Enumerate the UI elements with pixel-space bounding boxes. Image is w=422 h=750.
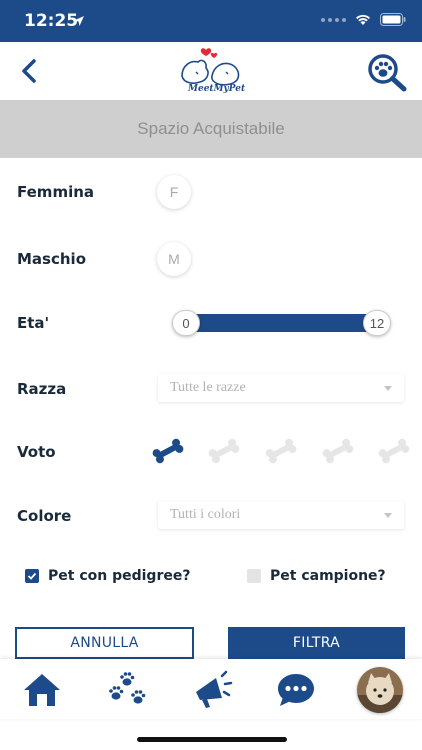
signal-icon <box>321 17 346 22</box>
ad-banner-text: Spazio Acquistabile <box>137 119 285 138</box>
battery-icon <box>380 13 406 26</box>
color-select-value: Tutti i colori <box>170 507 241 522</box>
status-bar: 12:25 <box>0 0 422 42</box>
nav-pets[interactable] <box>104 667 150 713</box>
location-arrow-icon <box>74 16 84 26</box>
home-icon <box>24 674 60 706</box>
male-toggle[interactable]: M <box>157 242 191 276</box>
meetmypet-logo: MeetMyPet <box>176 46 246 98</box>
female-label: Femmina <box>17 183 95 201</box>
paw-search-icon <box>368 54 407 92</box>
rating-bone-2[interactable] <box>206 438 242 464</box>
megaphone-icon <box>196 670 233 708</box>
age-min-thumb[interactable]: 0 <box>172 310 200 336</box>
age-max-thumb[interactable]: 12 <box>363 310 391 336</box>
rating-bone-4[interactable] <box>320 438 356 464</box>
champion-check-box <box>247 569 261 583</box>
status-time: 12:25 <box>24 11 79 31</box>
nav-announcements[interactable] <box>189 667 235 713</box>
status-indicators <box>321 13 406 26</box>
rating-bone-1[interactable] <box>150 438 186 464</box>
caret-down-icon <box>384 386 392 391</box>
age-slider-track <box>178 314 385 332</box>
breed-label: Razza <box>17 380 67 398</box>
cancel-button[interactable]: ANNULLA <box>15 627 194 659</box>
home-indicator <box>137 737 287 742</box>
bottom-nav <box>0 659 422 719</box>
bone-icon <box>322 438 354 464</box>
checkmark-icon <box>27 572 37 580</box>
paw-icon <box>109 672 146 704</box>
champion-label: Pet campione? <box>270 568 386 584</box>
age-label: Eta' <box>17 314 50 332</box>
caret-down-icon <box>384 513 392 518</box>
bone-icon <box>152 438 184 464</box>
female-toggle[interactable]: F <box>157 175 191 209</box>
pedigree-check-box <box>25 569 39 583</box>
nav-home[interactable] <box>19 667 65 713</box>
bone-icon <box>378 438 410 464</box>
breed-select[interactable]: Tutte le razze <box>158 374 404 402</box>
color-label: Colore <box>17 507 72 525</box>
pedigree-checkbox[interactable]: Pet con pedigree? <box>25 568 190 584</box>
rating-bone-3[interactable] <box>263 438 299 464</box>
ad-banner[interactable]: Spazio Acquistabile <box>0 100 422 158</box>
app-header: MeetMyPet <box>0 42 422 100</box>
color-select[interactable]: Tutti i colori <box>158 501 404 529</box>
champion-checkbox[interactable]: Pet campione? <box>247 568 386 584</box>
bone-icon <box>265 438 297 464</box>
rating-label: Voto <box>17 443 56 461</box>
breed-select-value: Tutte le razze <box>170 380 246 395</box>
chat-icon <box>278 674 314 706</box>
search-pet-button[interactable] <box>366 52 408 92</box>
profile-avatar[interactable] <box>357 667 403 713</box>
rating-bone-5[interactable] <box>376 438 412 464</box>
logo-text: MeetMyPet <box>188 84 246 94</box>
nav-chat[interactable] <box>273 667 319 713</box>
bone-icon <box>208 438 240 464</box>
wifi-icon <box>356 14 370 25</box>
pedigree-label: Pet con pedigree? <box>48 568 191 584</box>
male-label: Maschio <box>17 250 86 268</box>
dog-avatar-image <box>357 667 403 713</box>
back-button[interactable] <box>12 54 46 88</box>
chevron-left-icon <box>22 59 36 83</box>
filter-button[interactable]: FILTRA <box>228 627 405 659</box>
age-range-slider[interactable]: 0 12 <box>170 310 393 336</box>
